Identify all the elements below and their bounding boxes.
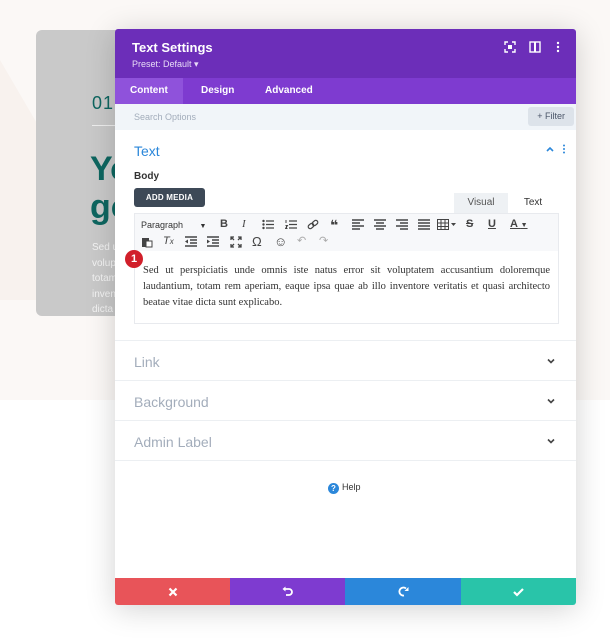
search-options-bar: Search Options + Filter	[115, 104, 576, 130]
justify-icon[interactable]	[418, 219, 430, 233]
redo-icon[interactable]: ↷	[319, 234, 328, 247]
modal-title: Text Settings	[132, 40, 213, 55]
tab-content[interactable]: Content	[115, 78, 183, 104]
align-center-icon[interactable]	[374, 219, 386, 233]
paste-text-icon[interactable]	[141, 236, 153, 251]
preset-selector[interactable]: Preset: Default ▾	[132, 59, 199, 70]
modal-header: Text Settings Preset: Default ▾	[115, 29, 576, 78]
save-button[interactable]	[461, 578, 576, 605]
section-divider	[115, 340, 576, 341]
add-media-button[interactable]: ADD MEDIA	[134, 188, 205, 207]
format-select[interactable]: Paragraph ▼	[141, 220, 206, 230]
link-icon[interactable]	[307, 219, 319, 233]
accordion-admin-label[interactable]: Admin Label	[134, 434, 212, 450]
background-number: 01	[92, 93, 115, 113]
editor-content[interactable]: Sed ut perspiciatis unde omnis iste natu…	[143, 263, 550, 311]
redo-arrow-icon	[398, 586, 408, 597]
accordion-background[interactable]: Background	[134, 394, 209, 410]
cancel-button[interactable]	[115, 578, 230, 605]
chevron-down-icon[interactable]	[546, 436, 556, 448]
clear-format-icon[interactable]: Tx	[163, 235, 174, 247]
section-divider	[115, 460, 576, 461]
outdent-icon[interactable]	[185, 236, 197, 250]
align-right-icon[interactable]	[396, 219, 408, 233]
filter-button[interactable]: + Filter	[528, 107, 574, 126]
caret-down-icon: ▼	[199, 223, 207, 230]
search-input[interactable]: Search Options	[134, 112, 196, 122]
text-color-icon[interactable]: A ▼	[510, 218, 528, 230]
special-char-icon[interactable]: Ω	[252, 234, 262, 249]
editor-toolbar: Paragraph ▼ B I ❝ S U A ▼ Tx Ω ☺ ↶ ↷	[134, 213, 559, 253]
help-icon: ?	[328, 483, 339, 494]
section-title-text[interactable]: Text	[134, 143, 160, 159]
quote-icon[interactable]: ❝	[330, 217, 338, 234]
split-view-icon[interactable]	[528, 41, 542, 55]
undo-arrow-icon	[282, 586, 293, 596]
fullscreen-editor-icon[interactable]	[230, 236, 242, 251]
tab-design[interactable]: Design	[186, 78, 249, 104]
undo-button[interactable]	[230, 578, 345, 605]
undo-icon[interactable]: ↶	[297, 234, 306, 247]
chevron-down-icon[interactable]	[546, 396, 556, 408]
tab-visual[interactable]: Visual	[454, 193, 508, 213]
help-label: Help	[342, 482, 361, 492]
settings-tabs: Content Design Advanced	[115, 78, 576, 104]
close-icon	[168, 587, 177, 597]
help-button[interactable]: ? Help	[328, 482, 361, 494]
chevron-down-icon[interactable]	[546, 356, 556, 368]
step-badge: 1	[125, 250, 143, 268]
table-icon[interactable]	[437, 219, 457, 233]
more-vertical-icon[interactable]	[551, 41, 565, 55]
italic-icon[interactable]: I	[242, 218, 246, 230]
indent-icon[interactable]	[207, 236, 219, 250]
filter-label: Filter	[545, 111, 565, 121]
redo-button[interactable]	[345, 578, 461, 605]
section-more-icon[interactable]	[561, 144, 567, 157]
fullscreen-icon[interactable]	[503, 41, 517, 55]
section-divider	[115, 420, 576, 421]
align-left-icon[interactable]	[352, 219, 364, 233]
text-editor[interactable]: Sed ut perspiciatis unde omnis iste natu…	[134, 251, 559, 324]
plus-icon: +	[537, 111, 543, 121]
chevron-up-icon[interactable]	[545, 144, 555, 157]
body-label: Body	[134, 171, 159, 182]
accordion-link[interactable]: Link	[134, 354, 160, 370]
bold-icon[interactable]: B	[220, 218, 228, 230]
tab-text[interactable]: Text	[509, 193, 557, 213]
text-settings-modal: Text Settings Preset: Default ▾ Content …	[115, 29, 576, 605]
check-icon	[513, 588, 524, 597]
strikethrough-icon[interactable]: S	[466, 218, 473, 230]
emoji-icon[interactable]: ☺	[274, 234, 287, 249]
bullet-list-icon[interactable]	[262, 219, 274, 233]
numbered-list-icon[interactable]	[284, 219, 297, 233]
section-divider	[115, 380, 576, 381]
underline-icon[interactable]: U	[488, 218, 496, 230]
modal-footer	[115, 578, 576, 605]
tab-advanced[interactable]: Advanced	[250, 78, 328, 104]
